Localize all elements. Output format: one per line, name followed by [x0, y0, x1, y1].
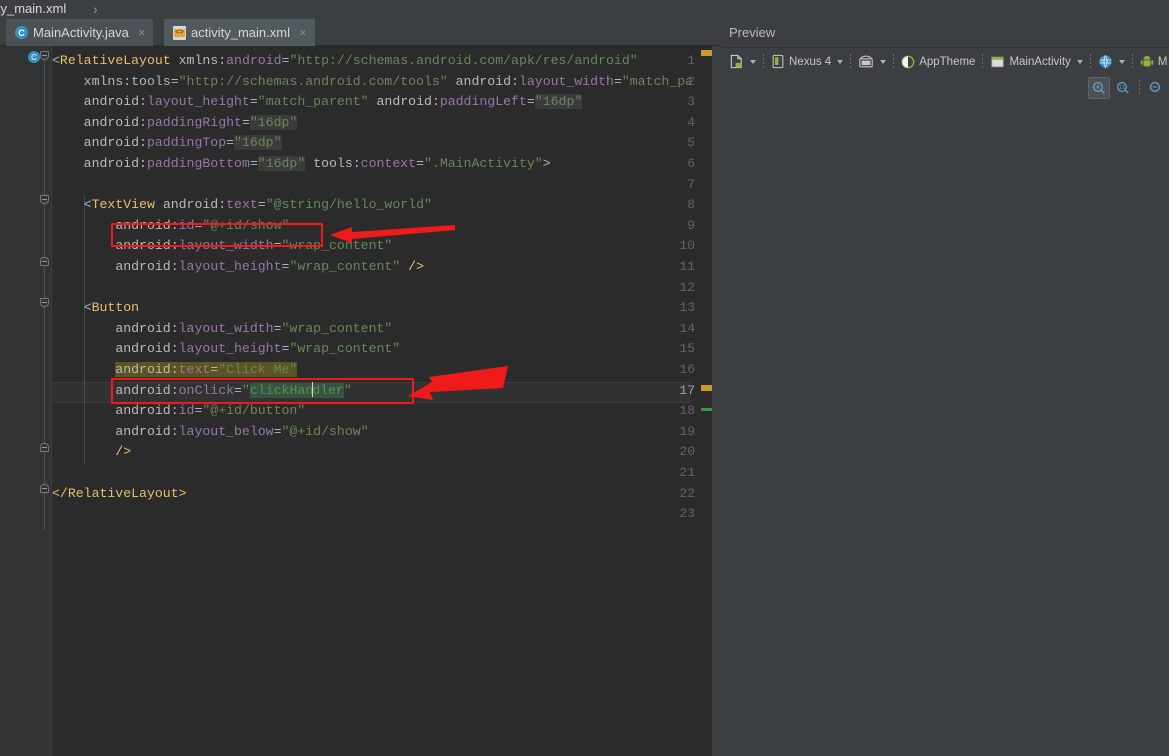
toolbar-separator [763, 54, 764, 70]
code-line-4: android:paddingRight="16dp" [52, 113, 691, 134]
tab-mainactivity-java[interactable]: C MainActivity.java × [6, 19, 153, 46]
api-level-selector[interactable]: M [1136, 51, 1169, 72]
zoom-to-fit-button[interactable] [1088, 77, 1110, 99]
breadcrumb-background [0, 0, 1169, 19]
code-line-7 [52, 175, 691, 196]
toolbar-separator [1139, 80, 1140, 96]
activity-selector[interactable]: MainActivity [986, 51, 1086, 72]
locale-icon [1098, 54, 1113, 69]
svg-text:11: 11 [1119, 85, 1126, 91]
code-line-20: /> [52, 442, 691, 463]
breadcrumb-path[interactable]: ity_main.xml [0, 1, 66, 16]
theme-icon [901, 55, 915, 69]
fold-rail [44, 52, 45, 530]
configuration-icon [729, 54, 744, 69]
breadcrumb-chevron-icon: › [93, 1, 98, 17]
toolbar-separator [850, 54, 851, 70]
tab-label: MainActivity.java [33, 25, 129, 40]
code-line-11: android:layout_height="wrap_content" /> [52, 257, 691, 278]
breadcrumb-bar: ity_main.xml › [0, 0, 1169, 19]
chevron-down-icon [1077, 60, 1083, 64]
preview-panel-title: Preview [729, 25, 775, 40]
code-line-18: android:id="@+id/button" [52, 401, 691, 422]
java-class-icon: C [15, 26, 28, 39]
configuration-button[interactable] [725, 51, 760, 72]
code-line-2: xmlns:tools="http://schemas.android.com/… [52, 72, 691, 93]
zoom-actual-icon: 11 [1116, 81, 1130, 95]
chevron-down-icon [750, 60, 756, 64]
theme-selector[interactable]: AppTheme [897, 51, 979, 72]
tab-label: activity_main.xml [191, 25, 290, 40]
editor-scrollbar[interactable] [712, 46, 721, 756]
fold-marker-line1[interactable] [40, 51, 49, 60]
close-icon[interactable]: × [138, 25, 146, 40]
zoom-actual-size-button[interactable]: 11 [1112, 77, 1134, 99]
code-line-22: </RelativeLayout> [52, 484, 691, 505]
toolbar-separator [982, 54, 983, 70]
zoom-fit-icon [1092, 81, 1106, 95]
toolbar-separator [1132, 54, 1133, 70]
close-icon[interactable]: × [299, 25, 307, 40]
device-label: Nexus 4 [789, 56, 831, 68]
preview-zoom-controls: 11 [1088, 75, 1169, 101]
code-line-8: <TextView android:text="@string/hello_wo… [52, 195, 691, 216]
code-line-12 [52, 278, 691, 299]
android-studio-window: ity_main.xml › C MainActivity.java × <> … [0, 0, 1169, 756]
code-editor[interactable]: 1234567891011121314151617181920212223 C … [0, 46, 721, 756]
code-line-6: android:paddingBottom="16dp" tools:conte… [52, 154, 691, 175]
orientation-selector[interactable] [854, 51, 890, 72]
code-line-23 [52, 504, 691, 525]
code-line-5: android:paddingTop="16dp" [52, 133, 691, 154]
orientation-icon [858, 54, 874, 69]
code-line-10: android:layout_width="wrap_content" [52, 236, 691, 257]
activity-label: MainActivity [1009, 56, 1070, 68]
zoom-out-icon [1149, 81, 1163, 95]
chevron-down-icon [837, 60, 843, 64]
code-line-17: android:onClick="clickHandler" [52, 381, 691, 402]
api-level-icon [1140, 55, 1154, 69]
code-content[interactable]: <RelativeLayout xmlns:android="http://sc… [52, 46, 691, 756]
preview-panel: Preview Nexus 4 [721, 19, 1169, 756]
xml-file-icon: <> [173, 26, 186, 40]
code-line-14: android:layout_width="wrap_content" [52, 319, 691, 340]
warning-marker-line16[interactable] [701, 385, 712, 391]
fold-marker-line22[interactable] [40, 484, 49, 493]
code-line-9: android:id="@+id/show" [52, 216, 691, 237]
toolbar-separator [893, 54, 894, 70]
activity-icon [990, 55, 1005, 69]
tab-activity-main-xml[interactable]: <> activity_main.xml × [164, 19, 315, 46]
warning-marker-top[interactable] [701, 50, 712, 56]
locale-selector[interactable] [1094, 51, 1129, 72]
chevron-down-icon [880, 60, 886, 64]
java-class-gutter-icon[interactable]: C [28, 51, 40, 63]
fold-marker-line8[interactable] [40, 195, 49, 204]
code-line-1: <RelativeLayout xmlns:android="http://sc… [52, 51, 691, 72]
zoom-out-button[interactable] [1145, 77, 1167, 99]
editor-tab-bar: C MainActivity.java × <> activity_main.x… [0, 19, 721, 46]
toolbar-separator [1090, 54, 1091, 70]
code-line-13: <Button [52, 298, 691, 319]
code-line-3: android:layout_height="match_parent" and… [52, 92, 691, 113]
code-line-15: android:layout_height="wrap_content" [52, 339, 691, 360]
code-line-16: android:text="Click Me" [52, 360, 691, 381]
preview-toolbar: Nexus 4 AppTheme [725, 49, 1169, 74]
preview-divider [721, 47, 1169, 48]
change-marker-line17[interactable] [701, 408, 712, 411]
code-line-19: android:layout_below="@+id/show" [52, 422, 691, 443]
error-marker-strip[interactable] [700, 46, 712, 756]
chevron-down-icon [1119, 60, 1125, 64]
api-level-label: M [1158, 56, 1168, 68]
fold-marker-line11[interactable] [40, 257, 49, 266]
fold-marker-line13[interactable] [40, 298, 49, 307]
code-line-21 [52, 463, 691, 484]
device-icon [771, 54, 785, 69]
device-selector[interactable]: Nexus 4 [767, 51, 847, 72]
theme-label: AppTheme [919, 56, 975, 68]
fold-marker-line20[interactable] [40, 443, 49, 452]
